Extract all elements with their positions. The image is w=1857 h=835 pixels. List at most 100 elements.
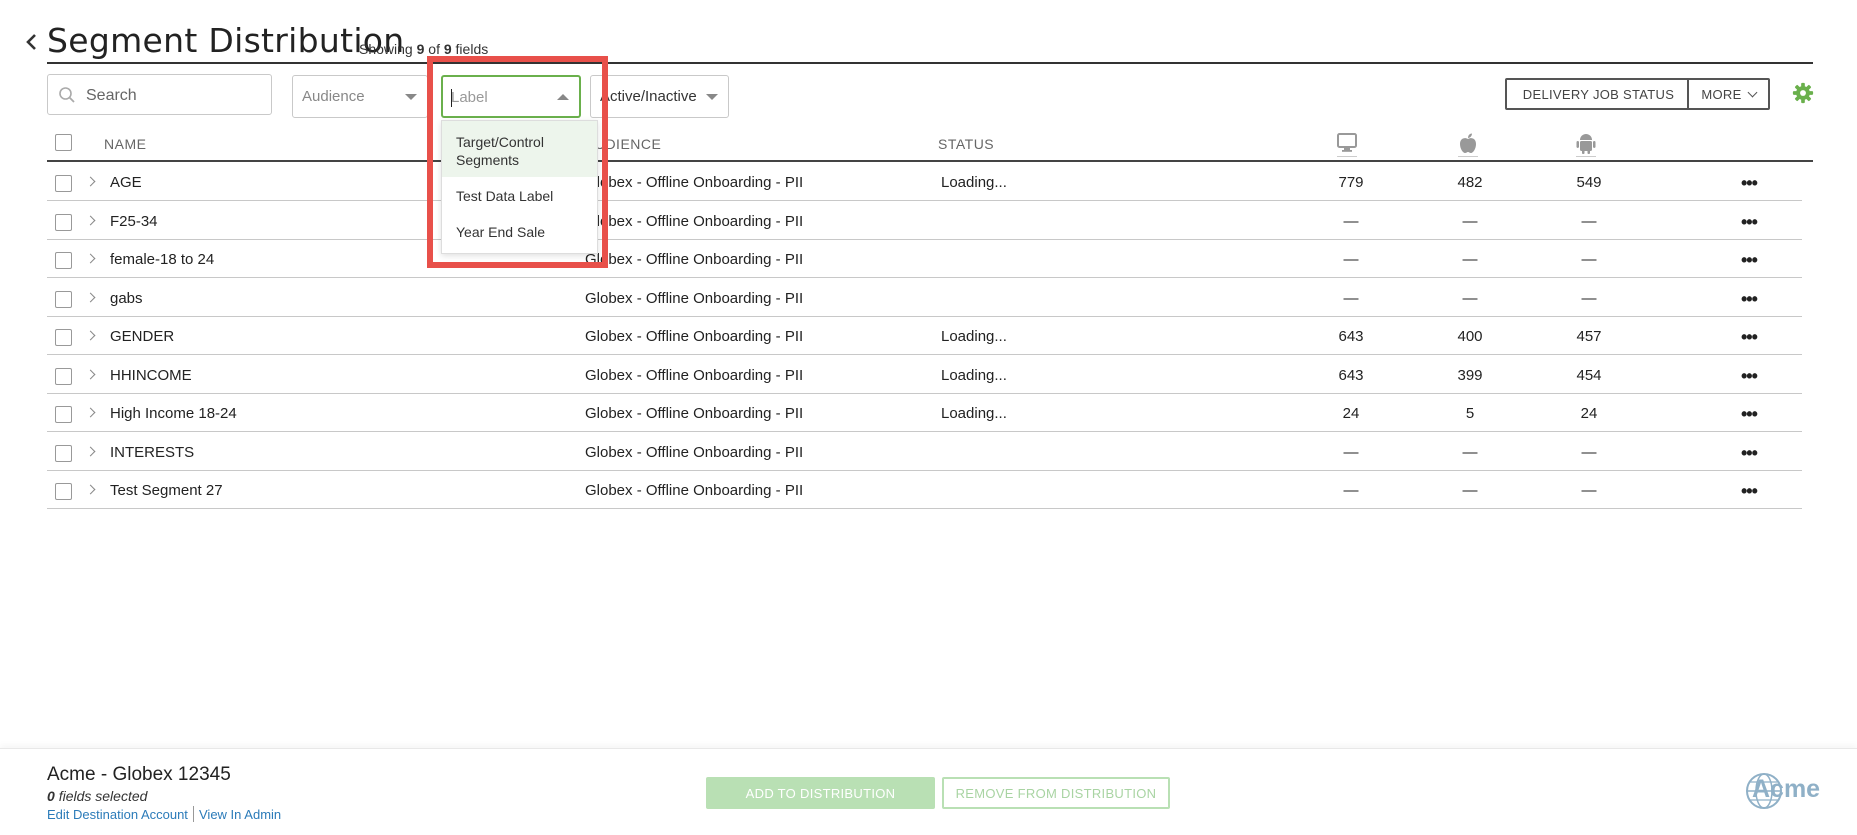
row-actions-menu-icon[interactable]: ••• [1741,173,1758,194]
segment-audience: Globex - Offline Onboarding - PII [585,251,804,268]
table-row[interactable]: AGE Globex - Offline Onboarding - PII Lo… [47,163,1802,201]
desktop-count: 779 [1338,174,1364,191]
edit-destination-account-link[interactable]: Edit Destination Account [47,807,188,822]
row-checkbox[interactable] [55,290,72,308]
row-actions-menu-icon[interactable]: ••• [1741,289,1758,310]
delivery-job-status-button[interactable]: DELIVERY JOB STATUS [1505,78,1692,110]
segment-name: female-18 to 24 [110,251,215,268]
add-button-label: ADD TO DISTRIBUTION [745,785,896,801]
column-header-status[interactable]: STATUS [938,136,994,152]
delivery-button-label: DELIVERY JOB STATUS [1522,86,1675,102]
segment-audience: Globex - Offline Onboarding - PII [585,366,804,384]
expand-chevron-icon[interactable] [85,484,96,495]
showing-total: 9 [443,41,452,57]
row-checkbox[interactable] [55,175,72,192]
android-count: — [1581,251,1597,268]
desktop-icon [1337,133,1357,157]
ios-count: — [1462,443,1478,461]
expand-chevron-icon[interactable] [85,407,96,418]
android-count: — [1581,443,1597,461]
desktop-count: 643 [1338,366,1364,384]
caret-down-icon [405,94,417,100]
table-row[interactable]: Test Segment 27 Globex - Offline Onboard… [47,471,1802,509]
link-separator [193,806,194,822]
table-row[interactable]: female-18 to 24 Globex - Offline Onboard… [47,240,1802,278]
table-row[interactable]: GENDER Globex - Offline Onboarding - PII… [47,317,1802,355]
field-count-summary: Showing 9 of 9 fields [359,41,488,57]
add-to-distribution-button[interactable]: ADD TO DISTRIBUTION [706,777,935,809]
caret-down-icon [706,94,718,100]
expand-chevron-icon[interactable] [85,369,96,379]
active-filter-label: Active/Inactive [600,88,697,105]
table-row[interactable]: gabs Globex - Offline Onboarding - PII —… [47,279,1802,317]
remove-from-distribution-button[interactable]: REMOVE FROM DISTRIBUTION [942,777,1170,809]
row-checkbox[interactable] [55,252,72,269]
remove-button-label: REMOVE FROM DISTRIBUTION [955,785,1157,801]
back-chevron-icon[interactable] [22,30,40,54]
select-all-checkbox[interactable] [55,134,72,151]
segment-audience: Globex - Offline Onboarding - PII [585,212,804,230]
row-checkbox[interactable] [55,367,72,385]
row-actions-menu-icon[interactable]: ••• [1741,404,1758,425]
desktop-count: — [1343,289,1359,307]
expand-chevron-icon[interactable] [85,330,96,341]
ios-count: — [1462,212,1478,230]
row-actions-menu-icon[interactable]: ••• [1741,212,1758,233]
showing-suffix: fields [455,41,489,57]
expand-chevron-icon[interactable] [85,292,96,302]
row-actions-menu-icon[interactable]: ••• [1741,443,1758,464]
android-count: — [1581,289,1597,307]
desktop-count: 643 [1338,328,1364,345]
more-menu-button[interactable]: MORE [1687,78,1770,110]
table-row[interactable]: INTERESTS Globex - Offline Onboarding - … [47,433,1802,471]
row-actions-menu-icon[interactable]: ••• [1741,250,1758,271]
ios-count: — [1462,289,1478,307]
segment-status: Loading... [941,366,1007,384]
android-count: 24 [1580,405,1598,422]
showing-of: of [428,41,440,57]
row-actions-menu-icon[interactable]: ••• [1741,481,1758,502]
segment-name: High Income 18-24 [110,405,237,422]
desktop-count: — [1343,443,1359,461]
row-checkbox[interactable] [55,483,72,500]
android-count: — [1581,482,1597,499]
audience-filter-label: Audience [302,88,365,105]
segment-name: HHINCOME [110,366,192,384]
row-checkbox[interactable] [55,329,72,346]
segment-name: gabs [110,289,143,307]
android-icon [1576,134,1596,157]
selected-fields-count: 0 fields selected [47,788,147,804]
table-row[interactable]: High Income 18-24 Globex - Offline Onboa… [47,394,1802,432]
table-row[interactable]: HHINCOME Globex - Offline Onboarding - P… [47,356,1802,394]
expand-chevron-icon[interactable] [85,215,96,225]
row-actions-menu-icon[interactable]: ••• [1741,366,1758,387]
expand-chevron-icon[interactable] [85,446,96,456]
row-checkbox[interactable] [55,444,72,462]
segment-audience: Globex - Offline Onboarding - PII [585,443,804,461]
desktop-count: 24 [1342,405,1360,422]
expand-chevron-icon[interactable] [85,253,96,264]
segment-status: Loading... [941,405,1007,422]
expand-chevron-icon[interactable] [85,176,96,187]
ios-count: — [1462,251,1478,268]
segment-name: Test Segment 27 [110,482,223,499]
row-checkbox[interactable] [55,213,72,231]
search-box[interactable] [47,74,272,116]
audience-filter-select[interactable]: Audience [292,75,428,118]
table-row[interactable]: F25-34 Globex - Offline Onboarding - PII… [47,202,1802,240]
table-header-divider [47,160,1813,162]
column-header-name[interactable]: NAME [104,136,146,152]
search-input[interactable] [84,75,268,116]
android-count: 549 [1576,174,1602,191]
selected-count-number: 0 [47,788,55,804]
page-title: Segment Distribution [47,21,405,60]
row-actions-menu-icon[interactable]: ••• [1741,327,1758,348]
active-filter-select[interactable]: Active/Inactive [590,75,729,118]
view-in-admin-link[interactable]: View In Admin [199,807,281,822]
row-checkbox[interactable] [55,406,72,423]
ios-count: 5 [1465,405,1475,422]
segment-status: Loading... [941,328,1007,345]
apple-icon [1458,133,1478,157]
android-count: 457 [1576,328,1602,345]
gear-icon[interactable] [1792,82,1814,104]
